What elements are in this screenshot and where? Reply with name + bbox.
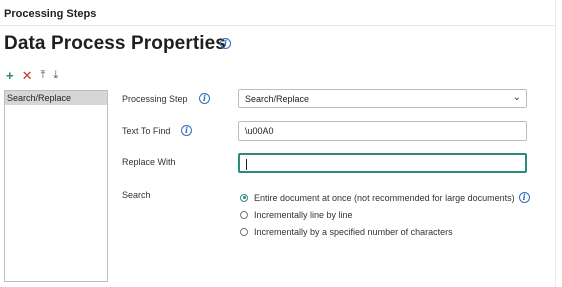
steps-list[interactable]: Search/Replace — [4, 90, 108, 282]
page-title: Data Process Properties — [4, 33, 226, 54]
search-option-entire-document[interactable]: Entire document at once (not recommended… — [240, 192, 530, 203]
move-step-down-button[interactable]: ⤓ — [53, 69, 58, 82]
steps-list-item[interactable]: Search/Replace — [5, 91, 107, 105]
replace-with-input[interactable] — [238, 153, 527, 173]
add-step-button[interactable]: + — [6, 69, 14, 82]
replace-with-label: Replace With — [122, 157, 176, 167]
radio-button-checked[interactable] — [240, 193, 248, 202]
search-option-label: Entire document at once (not recommended… — [254, 192, 515, 203]
radio-button[interactable] — [240, 211, 248, 219]
delete-step-button[interactable]: ✕ — [22, 69, 33, 82]
radio-button[interactable] — [240, 228, 248, 236]
search-label: Search — [122, 190, 151, 200]
processing-step-label: Processing Step — [122, 94, 188, 104]
text-caret — [246, 159, 247, 171]
title-info-icon[interactable]: i — [220, 38, 231, 49]
move-step-up-button[interactable]: ⤒ — [41, 69, 46, 82]
text-to-find-label: Text To Find — [122, 126, 171, 136]
search-option-label: Incrementally by a specified number of c… — [254, 227, 453, 237]
processing-step-select[interactable]: Search/Replace ⌄ — [238, 89, 527, 108]
header-divider — [0, 25, 556, 26]
processing-step-info-icon[interactable]: i — [199, 93, 210, 104]
right-border — [555, 0, 556, 287]
chevron-down-icon: ⌄ — [512, 92, 521, 103]
section-title: Processing Steps — [4, 8, 97, 20]
search-option-info-icon[interactable]: i — [518, 192, 530, 203]
text-to-find-info-icon[interactable]: i — [181, 125, 192, 136]
steps-toolbar: + ✕ ⤒ ⤓ — [6, 69, 58, 82]
search-option-line-by-line[interactable]: Incrementally line by line — [240, 210, 353, 220]
text-to-find-value: \u00A0 — [245, 126, 274, 136]
processing-step-value: Search/Replace — [245, 94, 310, 104]
search-option-by-characters[interactable]: Incrementally by a specified number of c… — [240, 227, 453, 237]
text-to-find-input[interactable]: \u00A0 — [238, 121, 527, 141]
search-option-label: Incrementally line by line — [254, 210, 353, 220]
